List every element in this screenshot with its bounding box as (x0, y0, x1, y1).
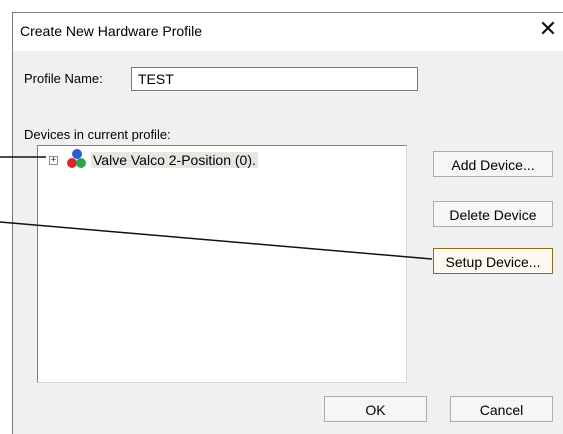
close-icon[interactable]: ✕ (535, 17, 561, 43)
tree-item-label: Valve Valco 2-Position (0). (91, 152, 258, 168)
add-device-button[interactable]: Add Device... (433, 151, 553, 177)
setup-device-button[interactable]: Setup Device... (433, 248, 553, 274)
devices-label: Devices in current profile: (24, 127, 171, 142)
expand-plus-icon[interactable]: + (49, 156, 58, 165)
profile-name-label: Profile Name: (24, 71, 103, 86)
hardware-profile-dialog: Create New Hardware Profile ✕ Profile Na… (12, 12, 563, 434)
title-bar[interactable]: Create New Hardware Profile ✕ (13, 13, 563, 51)
device-tree[interactable]: + Valve Valco 2-Position (0). (37, 145, 407, 383)
window-title: Create New Hardware Profile (20, 23, 203, 39)
device-cluster-icon (67, 149, 86, 168)
profile-name-input[interactable]: TEST (131, 67, 418, 91)
delete-device-button[interactable]: Delete Device (433, 201, 553, 227)
cancel-button[interactable]: Cancel (450, 396, 553, 422)
ok-button[interactable]: OK (324, 396, 427, 422)
